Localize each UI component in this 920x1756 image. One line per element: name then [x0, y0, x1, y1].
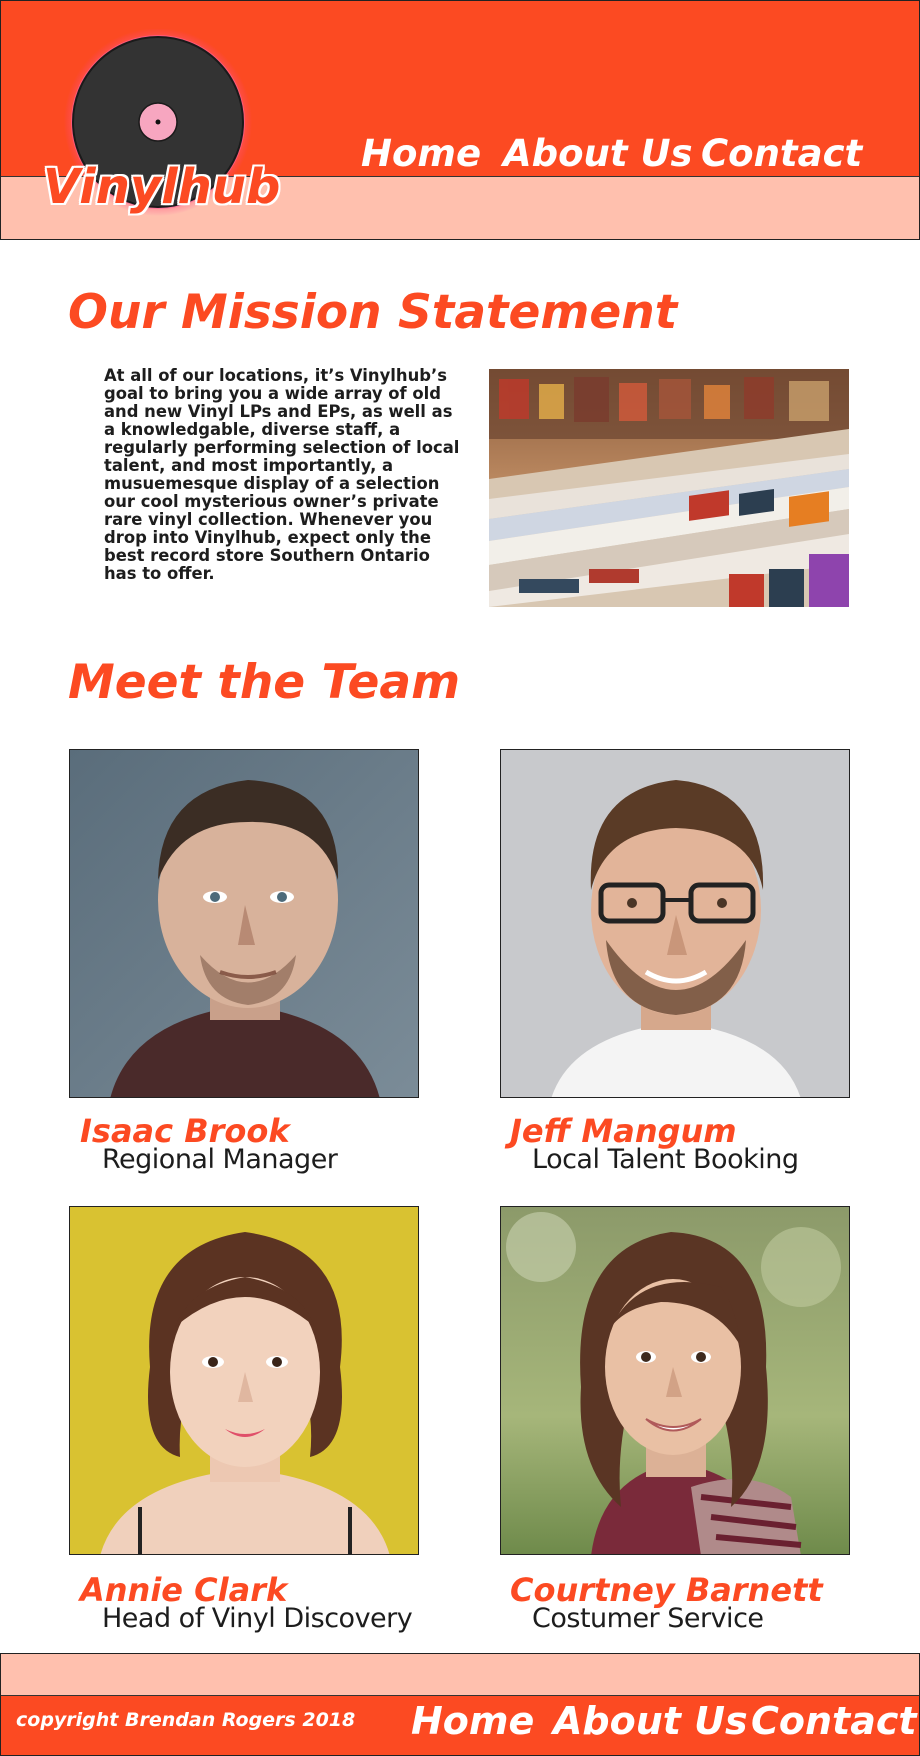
team-photo-isaac — [69, 749, 419, 1098]
copyright-text: copyright Brendan Rogers 2018 — [16, 1709, 356, 1731]
team-photo-annie — [69, 1206, 419, 1555]
team-member-role: Regional Manager — [102, 1144, 338, 1175]
nav-about-link[interactable]: About Us — [503, 132, 693, 175]
mission-statement-text: At all of our locations, it’s Vinylhub’s… — [104, 366, 460, 583]
team-photo-jeff — [500, 749, 850, 1098]
team-heading: Meet the Team — [68, 655, 461, 710]
site-footer: copyright Brendan Rogers 2018 Home About… — [0, 1653, 920, 1756]
footer-home-link[interactable]: Home — [411, 1699, 534, 1743]
footer-bottom-band: copyright Brendan Rogers 2018 Home About… — [1, 1695, 919, 1755]
mission-heading: Our Mission Statement — [68, 285, 678, 340]
brand-logo-text[interactable]: Vinylhub — [43, 159, 280, 215]
nav-home-link[interactable]: Home — [361, 132, 481, 175]
team-member-role: Costumer Service — [532, 1603, 764, 1634]
team-photo-courtney — [500, 1206, 850, 1555]
site-header: Vinylhub Home About Us Contact — [0, 0, 920, 240]
footer-top-band — [1, 1654, 919, 1695]
footer-about-link[interactable]: About Us — [553, 1699, 748, 1743]
team-member-role: Local Talent Booking — [532, 1144, 799, 1175]
nav-contact-link[interactable]: Contact — [701, 132, 862, 175]
record-store-photo — [489, 369, 849, 607]
footer-contact-link[interactable]: Contact — [751, 1699, 917, 1743]
team-member-role: Head of Vinyl Discovery — [102, 1603, 413, 1634]
